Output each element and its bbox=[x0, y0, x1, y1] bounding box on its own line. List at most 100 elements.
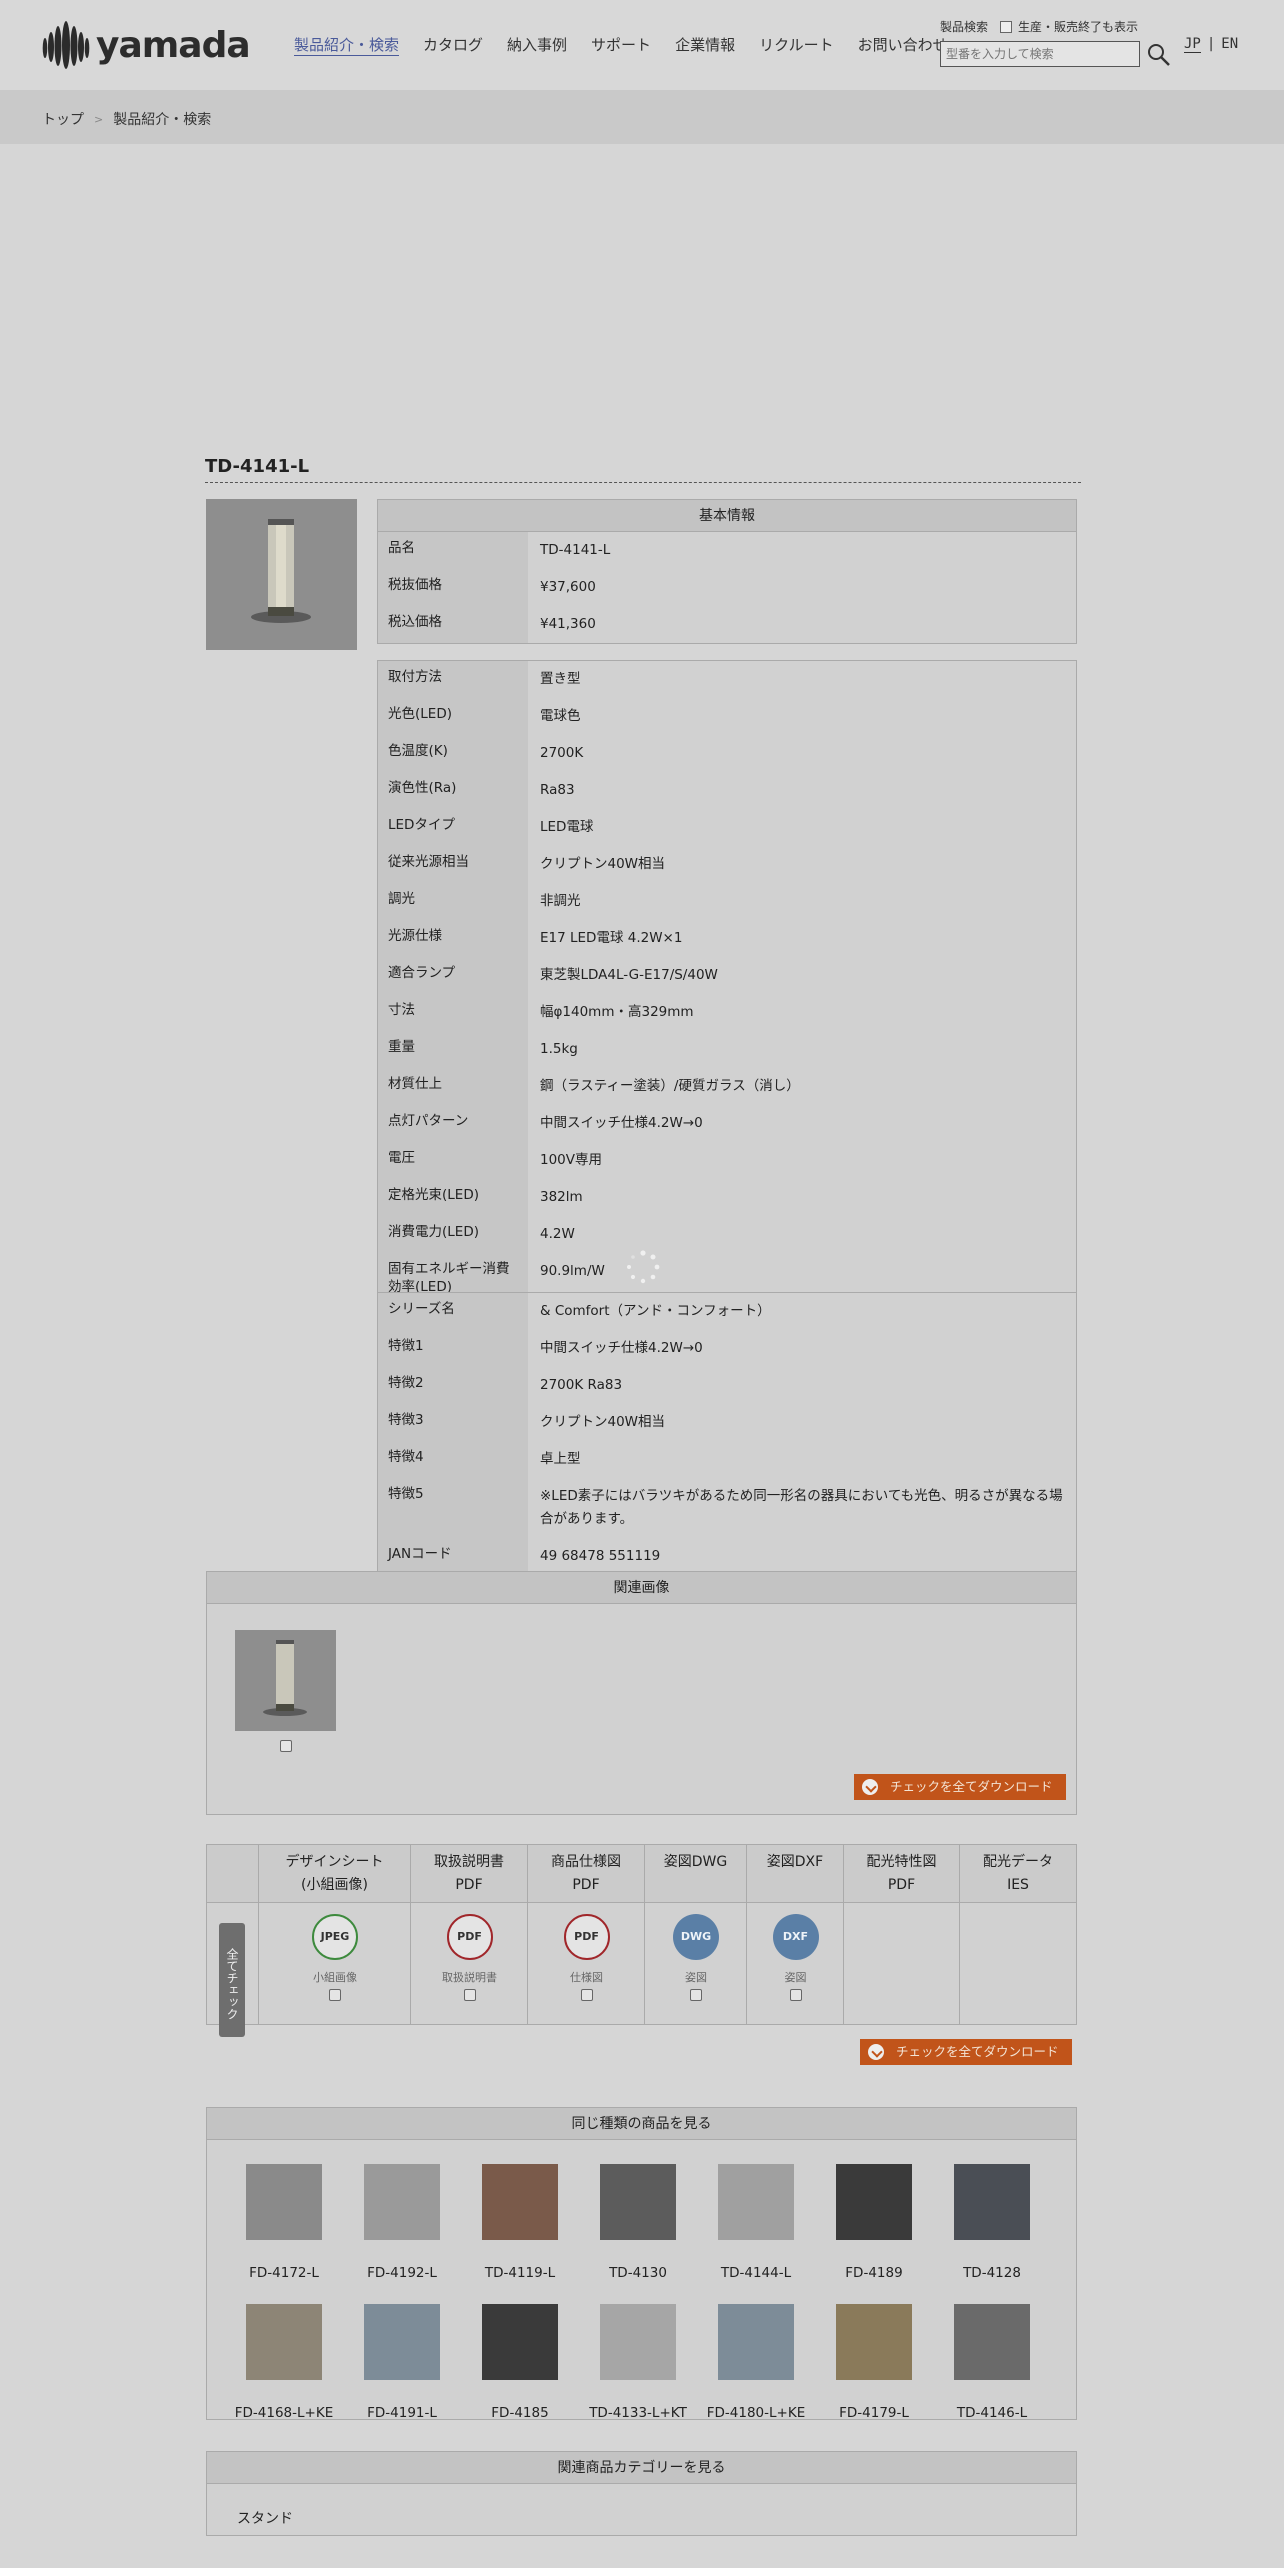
nav-products[interactable]: 製品紹介・検索 bbox=[294, 34, 400, 56]
spec-label: 取付方法 bbox=[378, 661, 528, 698]
similar-product-card[interactable]: FD-4172-L bbox=[234, 2164, 334, 2281]
nav-company[interactable]: 企業情報 bbox=[675, 34, 735, 56]
pdf-file-icon[interactable]: PDF bbox=[446, 1914, 493, 1960]
nav-catalog[interactable]: カタログ bbox=[423, 34, 483, 56]
similar-product-image[interactable] bbox=[836, 2164, 912, 2240]
similar-product-image[interactable] bbox=[364, 2304, 440, 2380]
related-categories-header: 関連商品カテゴリーを見る bbox=[207, 2452, 1076, 2484]
similar-product-name[interactable]: FD-4179-L bbox=[824, 2405, 924, 2419]
similar-product-name[interactable]: FD-4185 bbox=[470, 2405, 570, 2419]
similar-product-image[interactable] bbox=[954, 2164, 1030, 2240]
similar-product-card[interactable]: FD-4192-L bbox=[352, 2164, 452, 2281]
download-checkbox[interactable] bbox=[690, 1989, 702, 2001]
jpeg-file-icon[interactable]: JPEG bbox=[312, 1914, 358, 1960]
similar-product-image[interactable] bbox=[600, 2164, 676, 2240]
similar-product-name[interactable]: FD-4191-L bbox=[352, 2405, 452, 2419]
similar-product-image[interactable] bbox=[718, 2304, 794, 2380]
spec-table: 取付方法 置き型 光色(LED) 電球色 色温度(K) 2700K 演色性(Ra) Ra83 L… bbox=[377, 660, 1077, 1341]
download-column-format: PDF bbox=[455, 1877, 483, 1893]
related-image-thumb[interactable] bbox=[235, 1630, 336, 1731]
similar-product-image[interactable] bbox=[482, 2304, 558, 2380]
download-checkbox[interactable] bbox=[789, 1989, 802, 2001]
spec-row: 調光 非調光 bbox=[378, 883, 1076, 920]
language-switch: JP | EN bbox=[1184, 36, 1238, 53]
basic-info-row: 税込価格 ¥41,360 bbox=[378, 606, 1076, 643]
similar-product-card[interactable]: FD-4168-L+KE bbox=[234, 2304, 334, 2419]
pdf-file-icon[interactable]: PDF bbox=[563, 1914, 610, 1960]
series-label: 特徴5 bbox=[378, 1478, 528, 1538]
logo[interactable]: yamada bbox=[40, 18, 251, 72]
category-link-stand[interactable]: スタンド bbox=[237, 2508, 293, 2528]
related-download-button[interactable]: チェックを全てダウンロード bbox=[854, 1774, 1066, 1800]
all-check-button[interactable]: 全てチェック bbox=[219, 1923, 245, 2037]
similar-product-card[interactable]: TD-4119-L bbox=[470, 2164, 570, 2281]
similar-product-name[interactable]: TD-4146-L bbox=[942, 2405, 1042, 2419]
search-input[interactable] bbox=[940, 41, 1140, 67]
breadcrumb-bar: トップ > 製品紹介・検索 bbox=[0, 90, 1284, 144]
download-checkbox[interactable] bbox=[463, 1989, 476, 2001]
similar-product-name[interactable]: TD-4144-L bbox=[706, 2265, 806, 2281]
breadcrumb-home[interactable]: トップ bbox=[42, 109, 84, 129]
similar-product-card[interactable]: FD-4191-L bbox=[352, 2304, 452, 2419]
similar-product-name[interactable]: FD-4180-L+KE bbox=[706, 2405, 806, 2419]
download-checkbox[interactable] bbox=[580, 1989, 593, 2001]
discontinued-label: 生産・販売終了も表示 bbox=[1018, 20, 1139, 34]
download-column-title: デザインシート bbox=[285, 1854, 384, 1870]
lang-jp[interactable]: JP bbox=[1184, 36, 1201, 53]
search-icon[interactable] bbox=[1146, 42, 1172, 68]
similar-product-image[interactable] bbox=[246, 2304, 322, 2380]
download-column-title: 配光データ bbox=[983, 1854, 1053, 1870]
main-nav: 製品紹介・検索 カタログ 納入事例 サポート 企業情報 リクルート お問い合わせ bbox=[294, 34, 972, 56]
lang-en[interactable]: EN bbox=[1221, 36, 1238, 52]
similar-product-name[interactable]: TD-4119-L bbox=[470, 2265, 570, 2281]
docs-download-button[interactable]: チェックを全てダウンロード bbox=[860, 2039, 1072, 2065]
spec-row: 定格光束(LED) 382lm bbox=[378, 1179, 1076, 1216]
similar-product-image[interactable] bbox=[482, 2164, 558, 2240]
similar-product-card[interactable]: TD-4146-L bbox=[942, 2304, 1042, 2419]
nav-support[interactable]: サポート bbox=[591, 34, 651, 56]
similar-product-card[interactable]: FD-4179-L bbox=[824, 2304, 924, 2419]
nav-cases[interactable]: 納入事例 bbox=[507, 34, 567, 56]
similar-product-card[interactable]: TD-4144-L bbox=[706, 2164, 806, 2281]
spec-value: 鋼（ラスティー塗装）/硬質ガラス（消し） bbox=[540, 1078, 800, 1094]
nav-contact[interactable]: お問い合わせ bbox=[858, 34, 948, 56]
similar-product-image[interactable] bbox=[718, 2164, 794, 2240]
similar-product-image[interactable] bbox=[600, 2304, 676, 2380]
related-image-checkbox[interactable] bbox=[280, 1740, 292, 1752]
similar-product-name[interactable]: TD-4133-L+KT bbox=[588, 2405, 688, 2419]
similar-product-name[interactable]: FD-4189 bbox=[824, 2265, 924, 2281]
product-image[interactable] bbox=[206, 499, 357, 650]
similar-product-name[interactable]: FD-4192-L bbox=[352, 2265, 452, 2281]
similar-product-image[interactable] bbox=[836, 2304, 912, 2380]
similar-product-image[interactable] bbox=[954, 2304, 1030, 2380]
download-checkbox[interactable] bbox=[329, 1989, 341, 2001]
nav-recruit[interactable]: リクルート bbox=[759, 34, 834, 56]
spec-value: 幅φ140mm・高329mm bbox=[540, 1004, 694, 1020]
dwg-file-icon[interactable]: DWG bbox=[673, 1914, 719, 1960]
similar-product-name[interactable]: FD-4168-L+KE bbox=[234, 2405, 334, 2419]
download-column: 取扱説明書 PDF PDF 取扱説明書 bbox=[410, 1845, 527, 2024]
similar-product-card[interactable]: FD-4180-L+KE bbox=[706, 2304, 806, 2419]
download-column: 配光特性図 PDF bbox=[843, 1845, 959, 2024]
spec-label: 従来光源相当 bbox=[378, 846, 528, 883]
series-label: JANコード bbox=[378, 1538, 528, 1575]
similar-product-card[interactable]: FD-4185 bbox=[470, 2304, 570, 2419]
similar-product-card[interactable]: FD-4189 bbox=[824, 2164, 924, 2281]
similar-product-name[interactable]: TD-4128 bbox=[942, 2265, 1042, 2281]
basic-info-label: 品名 bbox=[378, 532, 528, 569]
similar-product-image[interactable] bbox=[246, 2164, 322, 2240]
similar-product-card[interactable]: TD-4128 bbox=[942, 2164, 1042, 2281]
breadcrumb-current[interactable]: 製品紹介・検索 bbox=[113, 109, 211, 129]
basic-info-header: 基本情報 bbox=[378, 500, 1076, 532]
series-row: JANコード 49 68478 551119 bbox=[378, 1538, 1076, 1575]
similar-product-image[interactable] bbox=[364, 2164, 440, 2240]
similar-product-name[interactable]: TD-4130 bbox=[588, 2265, 688, 2281]
dxf-file-icon[interactable]: DXF bbox=[772, 1914, 819, 1960]
similar-product-card[interactable]: TD-4133-L+KT bbox=[588, 2304, 688, 2419]
discontinued-checkbox[interactable] bbox=[1000, 20, 1013, 33]
similar-product-card[interactable]: TD-4130 bbox=[588, 2164, 688, 2281]
similar-product-name[interactable]: FD-4172-L bbox=[234, 2265, 334, 2281]
download-item-label: 小組画像 bbox=[313, 1971, 357, 1984]
download-column: 姿図DXF DXF 姿図 bbox=[746, 1845, 843, 2024]
download-icon bbox=[868, 2044, 884, 2060]
